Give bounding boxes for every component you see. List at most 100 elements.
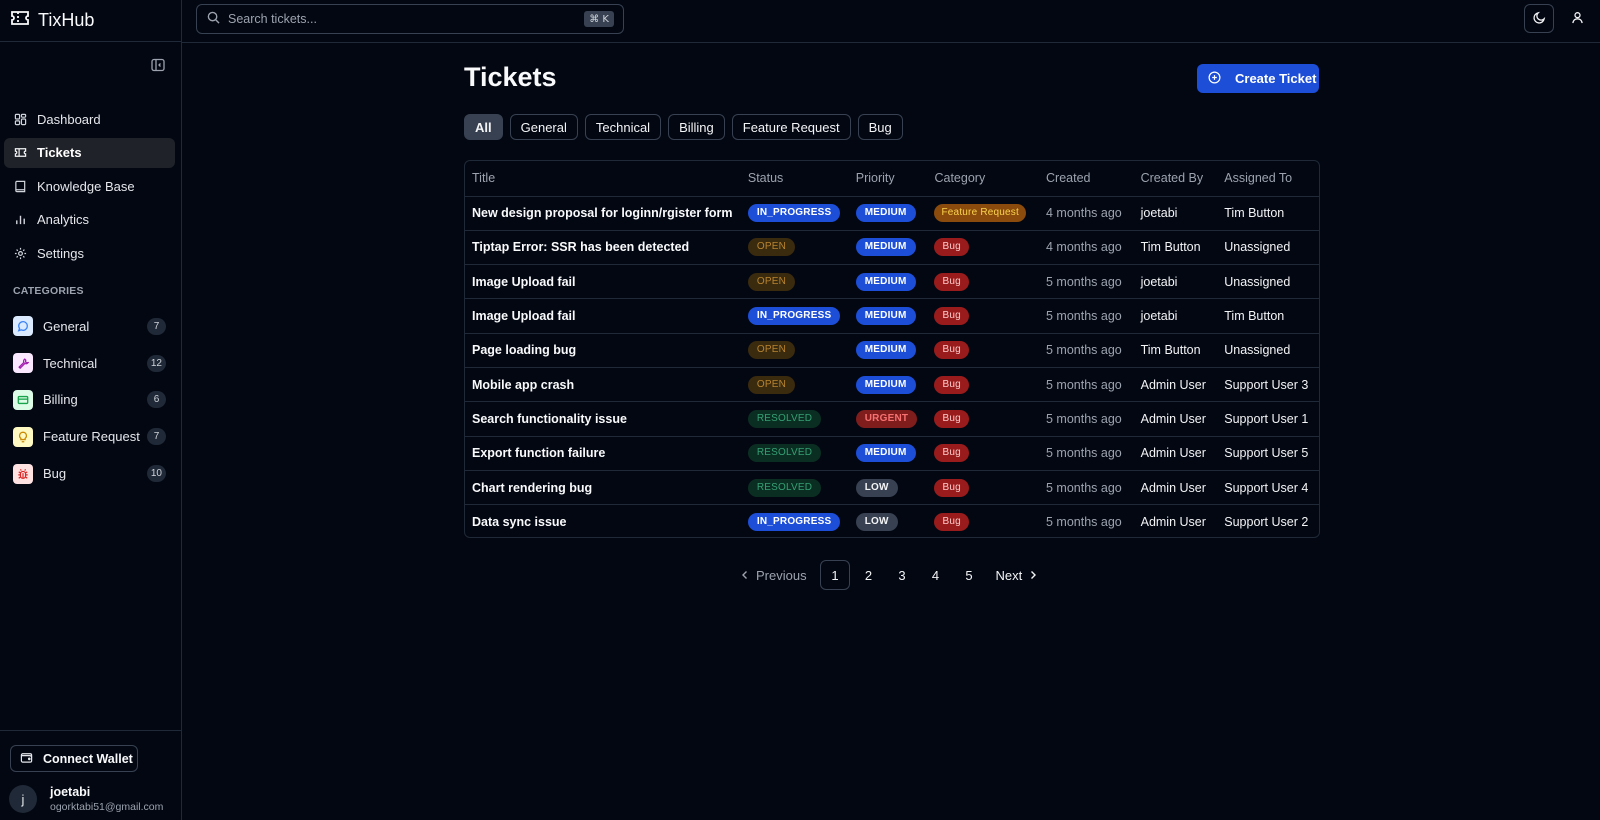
- ticket-title[interactable]: Search functionality issue: [465, 401, 741, 437]
- category-item-general[interactable]: General 7: [10, 308, 166, 345]
- theme-toggle-button[interactable]: [1524, 4, 1554, 33]
- page-5-button[interactable]: 5: [954, 560, 984, 590]
- status-cell: OPEN: [740, 333, 849, 368]
- table-row[interactable]: Export function failure RESOLVED MEDIUM Bug…: [465, 436, 1319, 471]
- category-count: 7: [147, 428, 166, 446]
- ticket-title[interactable]: Tiptap Error: SSR has been detected: [465, 230, 741, 266]
- filter-technical[interactable]: Technical: [584, 114, 662, 140]
- category-item-bug[interactable]: Bug 10: [10, 455, 166, 492]
- filter-billing[interactable]: Billing: [668, 114, 725, 140]
- pagination: Previous 12345 Next: [740, 560, 1038, 590]
- category-badge: Bug: [934, 341, 969, 360]
- next-page-button[interactable]: Next: [996, 568, 1039, 583]
- ticket-title[interactable]: Export function failure: [465, 436, 741, 471]
- table-row[interactable]: New design proposal for loginn/rgister f…: [465, 196, 1319, 231]
- filter-bug[interactable]: Bug: [857, 114, 903, 140]
- column-header-priority[interactable]: Priority: [848, 161, 928, 197]
- message-circle-icon: [13, 316, 33, 337]
- assigned-to-cell: Tim Button: [1217, 196, 1319, 231]
- created-cell: 5 months ago: [1039, 298, 1134, 334]
- sidebar-item-knowledge-base[interactable]: Knowledge Base: [4, 171, 175, 201]
- created-by-cell: Tim Button: [1133, 230, 1218, 266]
- dashboard-icon: [14, 113, 27, 126]
- category-cell: Bug: [927, 264, 1039, 300]
- page-2-button[interactable]: 2: [854, 560, 884, 590]
- app-name: TixHub: [38, 10, 95, 30]
- previous-label: Previous: [756, 567, 807, 583]
- search-icon: [207, 11, 220, 27]
- sidebar-footer: Connect Wallet j joetabi ogorktabi51@gma…: [0, 730, 181, 820]
- category-cell: Bug: [927, 505, 1039, 537]
- category-cell: Bug: [927, 470, 1039, 506]
- ticket-title[interactable]: Mobile app crash: [465, 367, 741, 403]
- sidebar-item-dashboard[interactable]: Dashboard: [4, 104, 175, 134]
- moon-icon: [1532, 11, 1546, 27]
- column-header-created-by[interactable]: Created By: [1133, 161, 1218, 197]
- table-row[interactable]: Tiptap Error: SSR has been detected OPEN M…: [465, 230, 1319, 266]
- category-list: General 7 Technical 12 Billing 6 Feature Reque…: [10, 308, 166, 492]
- category-badge: Bug: [934, 409, 969, 428]
- table-row[interactable]: Chart rendering bug RESOLVED LOW Bug 5 month…: [465, 470, 1319, 506]
- chevron-left-icon: [740, 568, 750, 583]
- sidebar-item-tickets[interactable]: Tickets: [4, 137, 175, 168]
- ticket-title[interactable]: Page loading bug: [465, 333, 741, 368]
- category-cell: Bug: [927, 367, 1039, 403]
- profile-button[interactable]: [1562, 4, 1592, 33]
- previous-page-button[interactable]: Previous: [740, 568, 820, 583]
- column-header-category[interactable]: Category: [927, 161, 1039, 197]
- page-1-button[interactable]: 1: [820, 560, 850, 590]
- sidebar-item-analytics[interactable]: Analytics: [4, 205, 175, 235]
- status-cell: RESOLVED: [740, 470, 849, 506]
- category-cell: Bug: [927, 298, 1039, 334]
- status-badge: IN_PROGRESS: [747, 513, 841, 532]
- table-row[interactable]: Search functionality issue RESOLVED URGENT…: [465, 401, 1319, 437]
- filter-all[interactable]: All: [464, 114, 503, 140]
- status-cell: IN_PROGRESS: [740, 196, 849, 231]
- category-item-billing[interactable]: Billing 6: [10, 382, 166, 419]
- filter-feature-request[interactable]: Feature Request: [731, 114, 851, 140]
- table-row[interactable]: Mobile app crash OPEN MEDIUM Bug 5 months ag…: [465, 367, 1319, 403]
- category-cell: Bug: [927, 436, 1039, 471]
- search-input[interactable]: [228, 12, 623, 26]
- table-row[interactable]: Image Upload fail OPEN MEDIUM Bug 5 months a…: [465, 264, 1319, 300]
- search-box[interactable]: ⌘ K: [196, 4, 624, 34]
- table-row[interactable]: Data sync issue IN_PROGRESS LOW Bug 5 months…: [465, 505, 1319, 537]
- category-badge: Bug: [934, 478, 969, 497]
- priority-badge: LOW: [855, 513, 898, 532]
- status-badge: RESOLVED: [747, 409, 822, 428]
- status-cell: IN_PROGRESS: [741, 505, 849, 537]
- ticket-title[interactable]: Image Upload fail: [465, 298, 741, 334]
- page-numbers: 12345: [820, 560, 988, 590]
- page-3-button[interactable]: 3: [887, 560, 917, 590]
- ticket-title[interactable]: Data sync issue: [465, 505, 741, 537]
- sidebar-toggle-icon[interactable]: [150, 57, 166, 73]
- page-4-button[interactable]: 4: [921, 560, 951, 590]
- status-cell: RESOLVED: [740, 401, 849, 437]
- next-label: Next: [995, 567, 1023, 583]
- priority-badge: MEDIUM: [855, 238, 916, 257]
- column-header-created[interactable]: Created: [1039, 161, 1134, 197]
- category-filters: All General Technical Billing Feature Reques…: [464, 114, 903, 140]
- create-ticket-button[interactable]: Create Ticket: [1197, 64, 1319, 93]
- user-profile[interactable]: j joetabi ogorktabi51@gmail.com: [9, 785, 163, 813]
- table-row[interactable]: Image Upload fail IN_PROGRESS MEDIUM Bug 5 m…: [465, 298, 1319, 334]
- priority-badge: MEDIUM: [855, 272, 916, 291]
- category-item-feature-request[interactable]: Feature Request 7: [10, 418, 166, 455]
- filter-general[interactable]: General: [509, 114, 578, 140]
- column-header-status[interactable]: Status: [740, 161, 849, 197]
- ticket-title[interactable]: Image Upload fail: [465, 264, 741, 300]
- sidebar-nav: Dashboard Tickets Knowledge Base Analytics S…: [4, 104, 175, 272]
- priority-cell: MEDIUM: [848, 196, 928, 231]
- bug-icon: [13, 463, 33, 484]
- ticket-title[interactable]: New design proposal for loginn/rgister f…: [465, 196, 741, 231]
- column-header-assigned-to[interactable]: Assigned To: [1217, 161, 1319, 197]
- sidebar-item-settings[interactable]: Settings: [4, 238, 175, 268]
- ticket-title[interactable]: Chart rendering bug: [465, 470, 741, 506]
- category-badge: Bug: [934, 307, 969, 326]
- connect-wallet-button[interactable]: Connect Wallet: [10, 745, 138, 772]
- status-cell: OPEN: [740, 264, 849, 300]
- table-row[interactable]: Page loading bug OPEN MEDIUM Bug 5 months ag…: [465, 333, 1319, 368]
- brand[interactable]: TixHub: [0, 0, 181, 42]
- category-item-technical[interactable]: Technical 12: [10, 345, 166, 382]
- column-header-title[interactable]: Title: [465, 161, 741, 197]
